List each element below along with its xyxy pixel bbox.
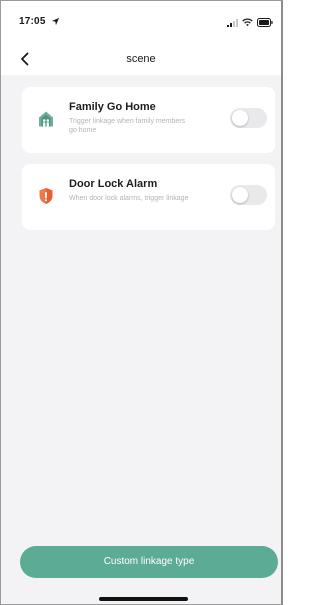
home-indicator bbox=[99, 597, 188, 601]
door-lock-alarm-toggle[interactable] bbox=[230, 185, 267, 205]
wifi-icon bbox=[242, 18, 253, 27]
toggle-knob bbox=[232, 187, 248, 203]
battery-icon bbox=[257, 18, 273, 27]
status-time: 17:05 bbox=[19, 16, 46, 27]
page-title: scene bbox=[126, 53, 156, 65]
toggle-knob bbox=[232, 110, 248, 126]
family-go-home-toggle[interactable] bbox=[230, 108, 267, 128]
scene-title: Door Lock Alarm bbox=[69, 178, 158, 190]
home-icon bbox=[39, 111, 53, 127]
scene-card-family-go-home[interactable]: Family Go Home Trigger linkage when fami… bbox=[22, 87, 275, 153]
nav-bar: scene bbox=[1, 45, 281, 73]
scene-description: Trigger linkage when family members go h… bbox=[69, 118, 186, 134]
status-bar: 17:05 bbox=[1, 1, 281, 37]
signal-icon bbox=[227, 19, 238, 27]
scene-title: Family Go Home bbox=[69, 101, 156, 113]
location-arrow-icon bbox=[51, 17, 60, 26]
header: 17:05 scene bbox=[1, 1, 281, 75]
scene-card-door-lock-alarm[interactable]: Door Lock Alarm When door lock alarms, t… bbox=[22, 164, 275, 230]
shield-icon bbox=[39, 188, 53, 204]
custom-linkage-type-button[interactable]: Custom linkage type bbox=[20, 546, 278, 578]
scene-description: When door lock alarms, trigger linkage bbox=[69, 195, 189, 202]
phone-screen: 17:05 scene Family Go Home Trigger linka… bbox=[0, 0, 283, 605]
